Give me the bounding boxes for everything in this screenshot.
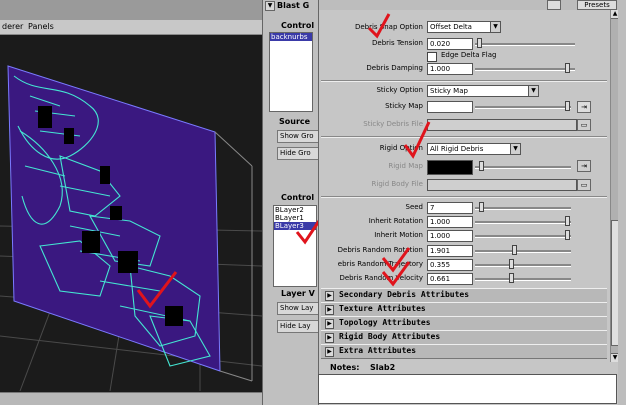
section-texture[interactable]: ▶ Texture Attributes bbox=[321, 302, 607, 317]
expand-arrow-icon: ▶ bbox=[325, 319, 334, 329]
red-check-icon bbox=[403, 121, 431, 159]
expand-arrow-icon: ▶ bbox=[325, 291, 334, 301]
section-title: Extra Attributes bbox=[339, 346, 417, 355]
section-title: Secondary Debris Attributes bbox=[339, 290, 470, 299]
viewport-canvas[interactable] bbox=[0, 36, 262, 392]
3d-viewport[interactable]: derer Panels bbox=[0, 0, 262, 405]
section-title: Topology Attributes bbox=[339, 318, 431, 327]
section-secondary-debris[interactable]: ▶ Secondary Debris Attributes bbox=[321, 288, 607, 303]
hole bbox=[100, 166, 110, 184]
show-group-button[interactable]: Show Gro bbox=[277, 130, 323, 143]
hole bbox=[38, 106, 52, 128]
annotation-overlay bbox=[367, 13, 431, 287]
notes-textarea[interactable] bbox=[318, 374, 617, 404]
section-title: Rigid Body Attributes bbox=[339, 332, 441, 341]
hide-layer-button[interactable]: Hide Lay bbox=[277, 320, 323, 333]
red-check-icon bbox=[367, 13, 391, 39]
hole bbox=[82, 231, 100, 253]
expand-arrow-icon: ▶ bbox=[325, 333, 334, 343]
section-topology[interactable]: ▶ Topology Attributes bbox=[321, 316, 607, 331]
window-edge bbox=[618, 0, 626, 405]
expand-arrow-icon: ▶ bbox=[325, 347, 334, 357]
collapse-arrow-icon[interactable]: ▼ bbox=[265, 1, 275, 11]
notes-label: Notes: bbox=[330, 363, 360, 372]
hole bbox=[165, 306, 183, 326]
attribute-editor: Presets Debris Snap Option Offset Delta … bbox=[318, 0, 619, 405]
scene-render bbox=[0, 65, 262, 392]
control-list[interactable]: backnurbs bbox=[269, 32, 313, 112]
hole bbox=[118, 251, 138, 273]
expand-arrow-icon: ▶ bbox=[325, 305, 334, 315]
section-extra[interactable]: ▶ Extra Attributes bbox=[321, 344, 607, 359]
viewport-bottom-bar bbox=[0, 392, 262, 405]
menu-panels[interactable]: Panels bbox=[28, 22, 54, 31]
hole bbox=[64, 128, 74, 144]
list-item[interactable]: BLayer2 bbox=[274, 206, 316, 214]
list-item[interactable]: backnurbs bbox=[270, 33, 312, 41]
notes-node-name: Slab2 bbox=[370, 363, 396, 372]
viewport-menubar: derer Panels bbox=[0, 20, 262, 35]
section-title: Texture Attributes bbox=[339, 304, 426, 313]
hole bbox=[110, 206, 122, 220]
show-layer-button[interactable]: Show Lay bbox=[277, 302, 323, 315]
hide-group-button[interactable]: Hide Gro bbox=[277, 147, 323, 160]
section-rigid-body[interactable]: ▶ Rigid Body Attributes bbox=[321, 330, 607, 345]
blast-panel: ▼ Blast G Control backnurbs Source Show … bbox=[262, 0, 323, 405]
menu-renderer[interactable]: derer bbox=[2, 22, 23, 31]
viewport-top-strip bbox=[0, 0, 262, 20]
